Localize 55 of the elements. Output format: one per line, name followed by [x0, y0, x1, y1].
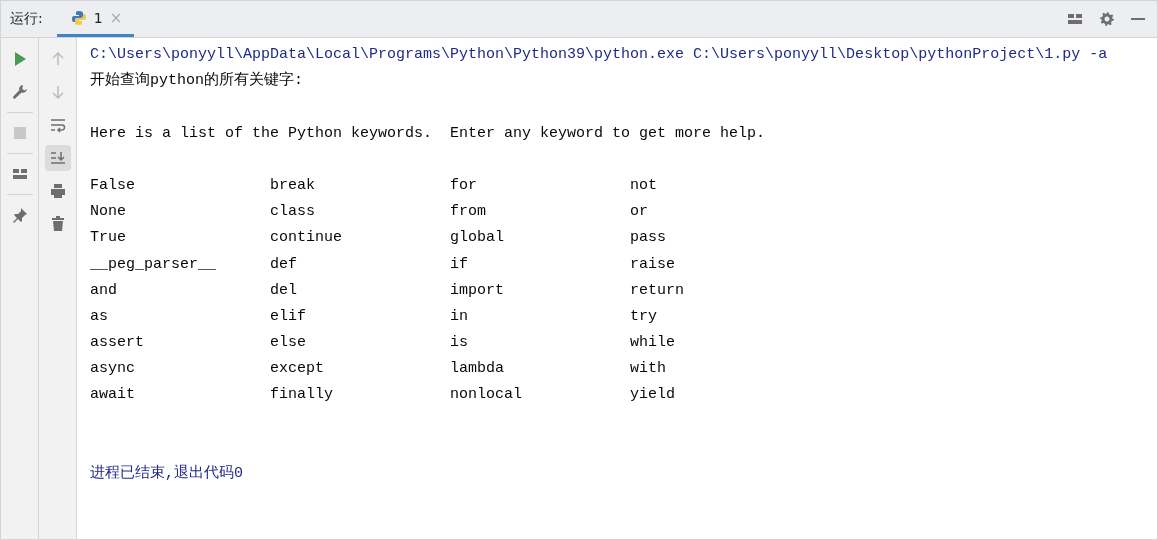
keyword-text: elif [270, 306, 307, 327]
keyword-text: nonlocal [450, 385, 523, 406]
keyword-text: True [90, 228, 127, 249]
keyword-text: global [450, 228, 505, 249]
layout-icon [1067, 11, 1083, 27]
keyword-text: and [90, 280, 118, 301]
output-line: 开始查询python的所有关键字: [90, 70, 304, 92]
keyword-text: for [450, 175, 478, 196]
command-line: C:\Users\ponyyll\AppData\Local\Programs\Python\Python39\python.exe C:\Users\ponyyll\Desktop\pythonProject\1.py -a [90, 45, 1109, 65]
settings-icon [1099, 11, 1115, 27]
keyword-text: is [450, 333, 469, 354]
keyword-text: async [90, 359, 136, 380]
keyword-text: raise [630, 254, 676, 275]
trash-icon [49, 216, 66, 232]
keyword-text: __peg_parser__ [90, 254, 218, 275]
keyword-text: assert [90, 333, 145, 354]
keyword-text: if [450, 254, 469, 275]
toolbar-button[interactable] [44, 145, 71, 171]
keyword-text: while [630, 333, 676, 354]
pin-icon [11, 207, 28, 223]
printer-icon [49, 183, 66, 199]
keyword-text: False [90, 175, 136, 196]
keyword-text: in [450, 306, 469, 327]
stop-icon [11, 125, 28, 141]
keyword-text: break [270, 175, 316, 196]
minimize-icon [1131, 18, 1145, 20]
keyword-text: or [630, 202, 649, 223]
wrap-icon [49, 117, 66, 133]
output-line: Here is a list of the Python keywords. Enter any keyword to get more help. [90, 123, 767, 144]
layout-icon [11, 166, 28, 182]
keyword-text: not [630, 175, 658, 196]
tool-window-title: 运行: [9, 10, 44, 28]
keyword-text: await [90, 385, 136, 406]
keyword-text: as [90, 306, 109, 327]
keyword-text: from [450, 202, 487, 223]
keyword-text: finally [270, 385, 334, 406]
down-arrow-icon [49, 84, 66, 100]
keyword-text: lambda [450, 359, 505, 380]
wrench-icon [11, 84, 28, 100]
exit-message: 进程已结束,退出代码0 [90, 463, 244, 484]
keyword-text: import [450, 280, 505, 301]
keyword-text: yield [630, 385, 676, 406]
keyword-text: None [90, 202, 127, 223]
scroll-to-end-icon [49, 150, 66, 166]
keyword-text: with [630, 359, 667, 380]
keyword-text: else [270, 333, 307, 354]
keyword-text: pass [630, 228, 667, 249]
keyword-text: return [630, 280, 685, 301]
keyword-text: continue [270, 228, 343, 249]
keyword-text: try [630, 306, 658, 327]
python-logo-icon [70, 9, 87, 26]
keyword-text: def [270, 254, 298, 275]
keyword-text: except [270, 359, 325, 380]
keyword-text: del [270, 280, 298, 301]
keyword-text: class [270, 202, 316, 223]
